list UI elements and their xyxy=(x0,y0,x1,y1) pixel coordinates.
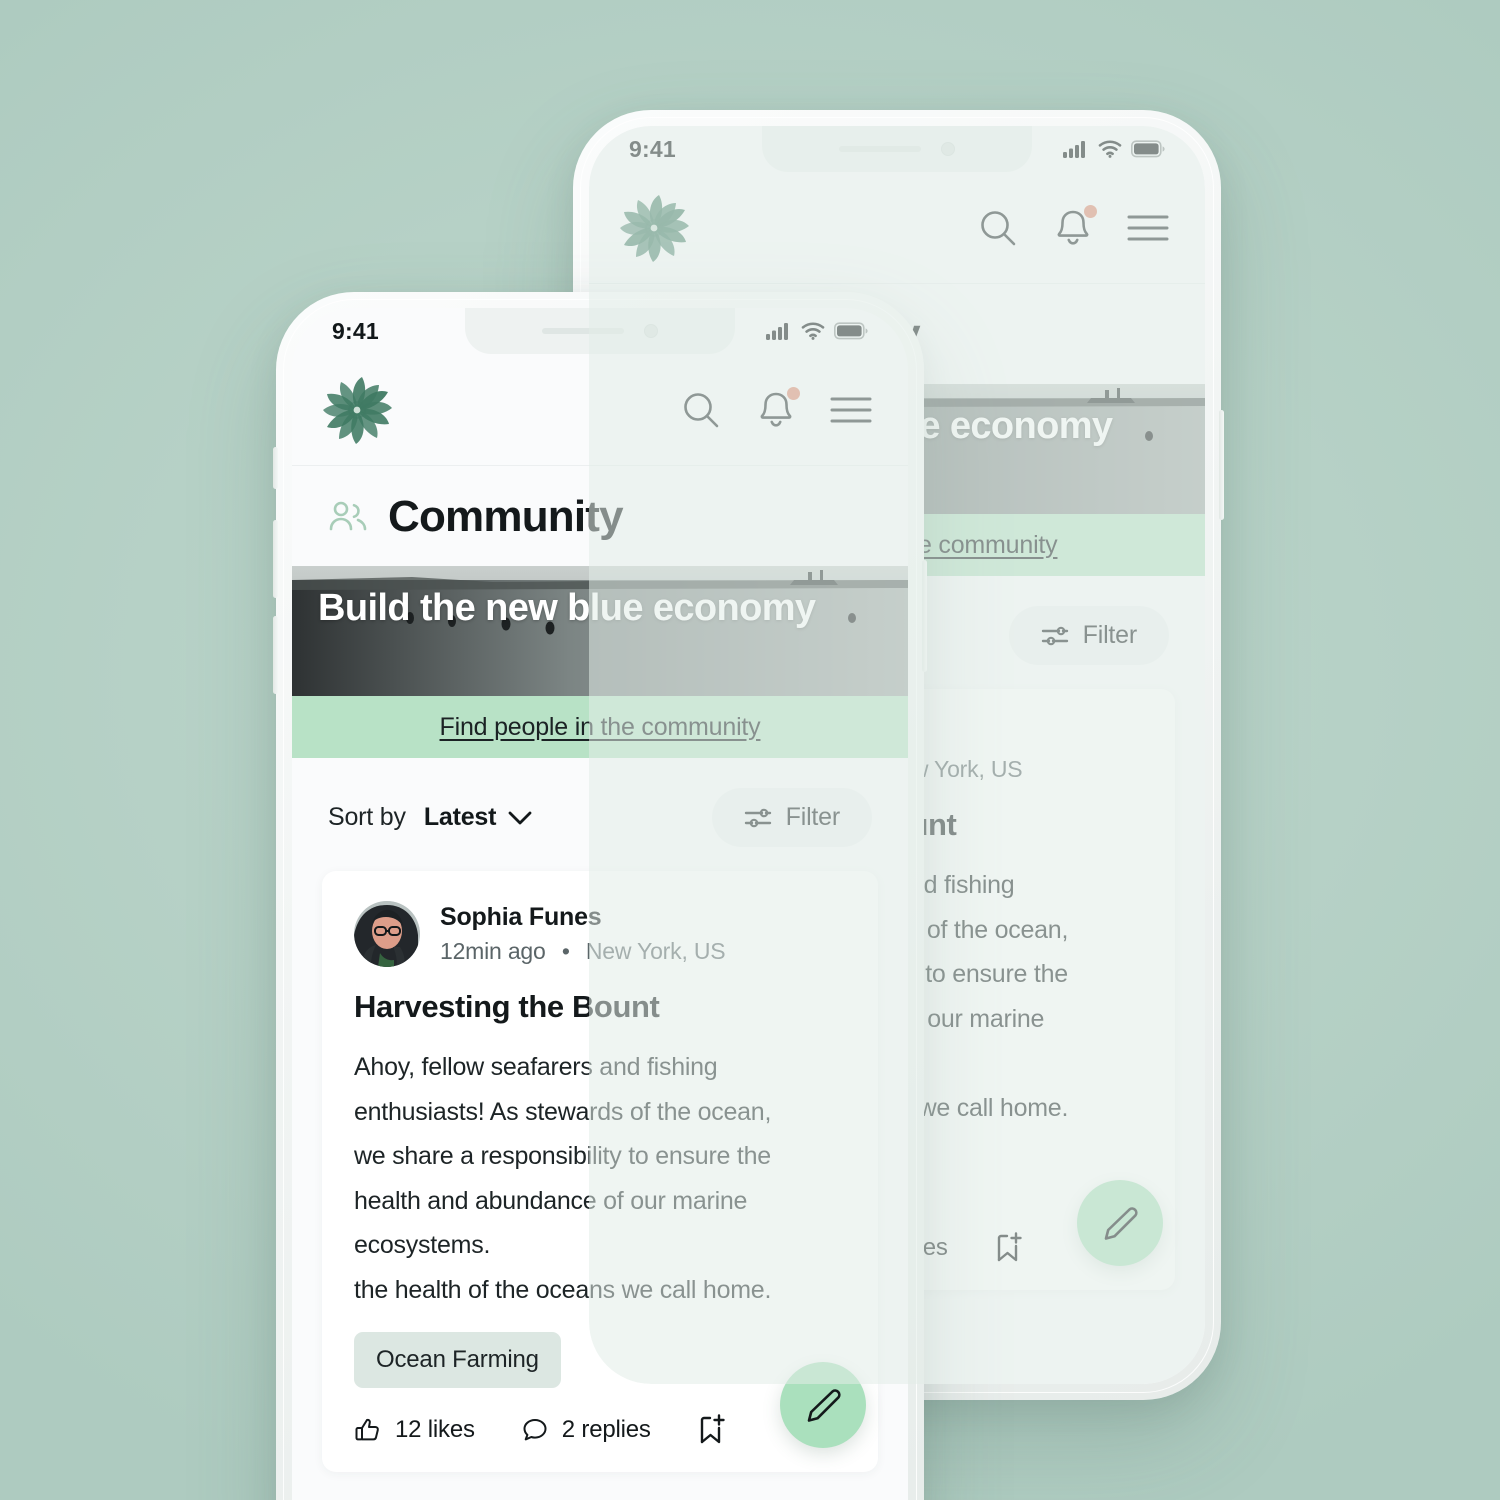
page-title-row: Community xyxy=(292,466,908,566)
phone-notch xyxy=(762,126,1032,172)
post-body-line: enthusiasts! As stewards of the ocean, xyxy=(354,1097,772,1126)
pencil-edit-icon xyxy=(803,1385,843,1425)
nautilus-spiral-logo[interactable] xyxy=(615,184,697,272)
filter-button-label: Filter xyxy=(785,803,841,831)
sort-value-dropdown[interactable]: Latest xyxy=(424,803,532,832)
phone-volume-down-button xyxy=(273,616,278,694)
find-people-link[interactable]: Find people in the community xyxy=(440,713,761,742)
earpiece-speaker xyxy=(542,328,624,334)
cellular-signal-icon xyxy=(1063,140,1089,158)
page-title: Community xyxy=(388,492,624,541)
post-location: New York, US xyxy=(585,938,726,964)
like-count: 12 likes xyxy=(395,1416,475,1443)
post-actions: 12 likes 2 replies xyxy=(354,1414,846,1446)
bookmark-action[interactable] xyxy=(697,1414,729,1446)
avatar[interactable] xyxy=(354,901,420,967)
wifi-icon xyxy=(801,322,825,340)
chevron-down-icon xyxy=(508,811,532,825)
post-time: 12min ago xyxy=(440,938,546,964)
notification-badge-dot xyxy=(787,386,800,400)
filter-button-label: Filter xyxy=(1082,621,1138,649)
bell-icon[interactable] xyxy=(756,386,800,431)
hero-banner: Build the new blue economy xyxy=(292,566,908,696)
post-body: Ahoy, fellow seafarers and fishing enthu… xyxy=(354,1045,846,1312)
status-time: 9:41 xyxy=(629,135,676,162)
sort-by-label: Sort by xyxy=(328,803,406,831)
sliders-filter-icon xyxy=(744,807,772,829)
create-post-fab[interactable] xyxy=(780,1362,866,1448)
post-author: Sophia Funes xyxy=(440,903,602,931)
sort-filter-row: Sort by Latest Filter xyxy=(292,758,908,871)
notification-badge-dot xyxy=(1084,204,1097,218)
cellular-signal-icon xyxy=(766,322,792,340)
find-people-cta[interactable]: Find people in the community xyxy=(292,696,908,758)
app-bar xyxy=(292,354,908,466)
battery-full-icon xyxy=(1131,140,1165,158)
battery-full-icon xyxy=(834,322,868,340)
pencil-edit-icon xyxy=(1100,1203,1140,1243)
replies-action[interactable]: 2 replies xyxy=(521,1416,651,1444)
hamburger-menu-icon[interactable] xyxy=(830,394,872,426)
post-body-line: Ahoy, fellow seafarers and fishing xyxy=(354,1053,718,1081)
phone-notch xyxy=(465,308,735,354)
post-body-line: the health of the oceans we call home. xyxy=(354,1275,772,1304)
replies-count: 2 replies xyxy=(561,1416,651,1443)
search-icon[interactable] xyxy=(977,207,1019,249)
status-time: 9:41 xyxy=(332,317,379,344)
search-icon[interactable] xyxy=(680,389,722,431)
front-camera xyxy=(941,142,955,156)
sort-value-text: Latest xyxy=(423,803,497,831)
like-action[interactable]: 12 likes xyxy=(354,1416,475,1444)
post-body-line: we share a responsibility to ensure the xyxy=(354,1142,771,1170)
app-bar xyxy=(589,172,1205,284)
bell-icon[interactable] xyxy=(1053,204,1097,249)
hero-image xyxy=(292,566,908,696)
nautilus-spiral-logo[interactable] xyxy=(318,366,400,454)
post-meta: 12min ago • New York, US xyxy=(440,938,726,965)
filter-button[interactable]: Filter xyxy=(1008,606,1169,665)
front-camera xyxy=(644,324,658,338)
post-body-line: health and abundance of our marine xyxy=(354,1186,748,1215)
hamburger-menu-icon[interactable] xyxy=(1127,212,1169,244)
meta-separator: • xyxy=(561,938,570,964)
phone-power-button xyxy=(922,560,927,672)
earpiece-speaker xyxy=(839,146,921,152)
sliders-filter-icon xyxy=(1041,625,1069,647)
comment-bubble-icon xyxy=(521,1416,549,1444)
phone-mute-switch xyxy=(273,447,278,489)
foreground-phone-mockup: 9:41 Community Build the new blue econom… xyxy=(273,292,927,1500)
phone-volume-up-button xyxy=(273,520,278,598)
filter-button[interactable]: Filter xyxy=(711,788,872,847)
post-body-line: ecosystems. xyxy=(354,1231,491,1259)
bookmark-action[interactable] xyxy=(994,1232,1026,1264)
users-group-icon xyxy=(328,500,368,534)
create-post-fab[interactable] xyxy=(1077,1180,1163,1266)
wifi-icon xyxy=(1098,140,1122,158)
bookmark-add-icon xyxy=(697,1414,729,1446)
post-title: Harvesting the Bount xyxy=(354,989,660,1024)
post-tag[interactable]: Ocean Farming xyxy=(354,1332,561,1388)
bookmark-add-icon xyxy=(994,1232,1026,1264)
hero-title: Build the new blue economy xyxy=(318,587,816,629)
post-header: Sophia Funes 12min ago • New York, US xyxy=(354,901,846,967)
thumbs-up-icon xyxy=(354,1416,382,1444)
phone-power-button xyxy=(1219,410,1224,520)
